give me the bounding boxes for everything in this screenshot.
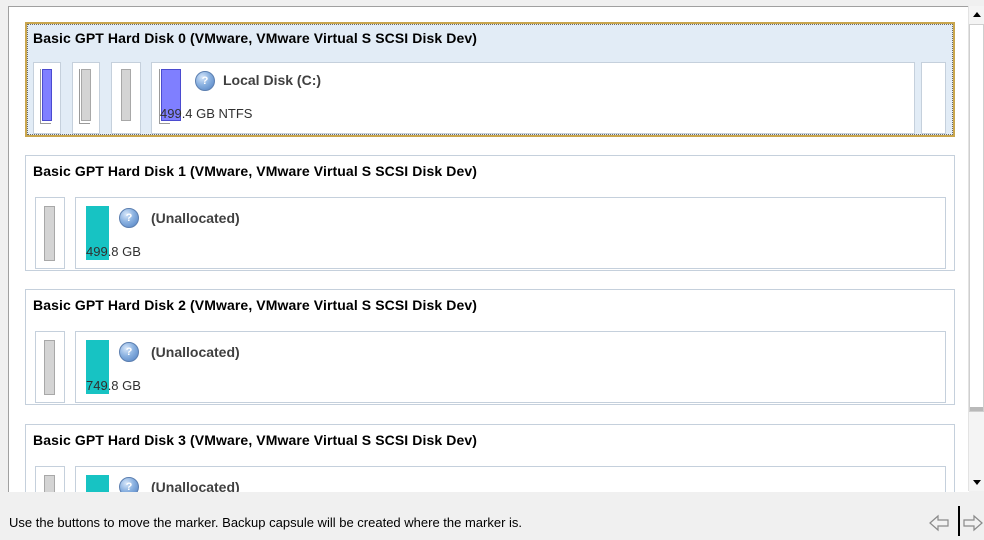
disk-3-title: Basic GPT Hard Disk 3 (VMware, VMware Vi… [33, 432, 477, 448]
unallocated-bar [86, 475, 109, 492]
partition-size: 499.8 GB [86, 244, 141, 259]
nav-divider [958, 506, 960, 536]
vertical-scrollbar[interactable] [968, 6, 984, 491]
scroll-thumb[interactable] [969, 24, 984, 412]
status-message: Use the buttons to move the marker. Back… [9, 515, 523, 530]
disk-1-reserved-partition[interactable] [35, 197, 65, 269]
partition-size: 499.4 GB NTFS [160, 106, 253, 121]
disk-3-unallocated[interactable]: ? (Unallocated) [75, 466, 946, 492]
left-arrow-icon [929, 514, 949, 532]
partition-size: 749.8 GB [86, 378, 141, 393]
disk-0-msr-partition[interactable] [111, 62, 141, 134]
reserved-bar [121, 69, 131, 121]
disk-2-unallocated[interactable]: ? (Unallocated) 749.8 GB [75, 331, 946, 403]
move-marker-right-button[interactable] [962, 513, 984, 533]
question-disk-icon: ? [119, 208, 139, 228]
move-marker-left-button[interactable] [928, 513, 950, 533]
reserved-bar [44, 340, 55, 395]
disk-0-system-partition[interactable] [33, 62, 61, 134]
partition-bracket [40, 69, 51, 124]
partition-label: (Unallocated) [151, 344, 240, 360]
disk-0-tail-space[interactable] [921, 62, 946, 134]
partition-label: (Unallocated) [151, 479, 240, 492]
partition-bracket [79, 69, 90, 124]
disk-0-card[interactable]: Basic GPT Hard Disk 0 (VMware, VMware Vi… [25, 22, 955, 137]
disk-1-title: Basic GPT Hard Disk 1 (VMware, VMware Vi… [33, 163, 477, 179]
scroll-up-button[interactable] [969, 6, 984, 23]
reserved-bar [44, 475, 55, 492]
down-arrow-icon [973, 480, 981, 485]
disk-0-title: Basic GPT Hard Disk 0 (VMware, VMware Vi… [33, 30, 477, 46]
disk-1-unallocated[interactable]: ? (Unallocated) 499.8 GB [75, 197, 946, 269]
disk-0-recovery-partition[interactable] [72, 62, 100, 134]
right-arrow-icon [963, 514, 983, 532]
disk-3-reserved-partition[interactable] [35, 466, 65, 492]
up-arrow-icon [973, 12, 981, 17]
partition-label: (Unallocated) [151, 210, 240, 226]
disk-2-reserved-partition[interactable] [35, 331, 65, 403]
partition-label: Local Disk (C:) [223, 72, 322, 88]
disk-2-card[interactable]: Basic GPT Hard Disk 2 (VMware, VMware Vi… [25, 289, 955, 405]
disk-1-card[interactable]: Basic GPT Hard Disk 1 (VMware, VMware Vi… [25, 155, 955, 271]
question-disk-icon: ? [195, 71, 215, 91]
disk-list[interactable]: Basic GPT Hard Disk 0 (VMware, VMware Vi… [8, 6, 969, 492]
question-disk-icon: ? [119, 477, 139, 492]
disk-3-card[interactable]: Basic GPT Hard Disk 3 (VMware, VMware Vi… [25, 424, 955, 492]
question-disk-icon: ? [119, 342, 139, 362]
reserved-bar [44, 206, 55, 261]
disk-2-title: Basic GPT Hard Disk 2 (VMware, VMware Vi… [33, 297, 477, 313]
disk-0-partition-c[interactable]: ? Local Disk (C:) 499.4 GB NTFS [151, 62, 915, 134]
scroll-down-button[interactable] [969, 474, 984, 491]
